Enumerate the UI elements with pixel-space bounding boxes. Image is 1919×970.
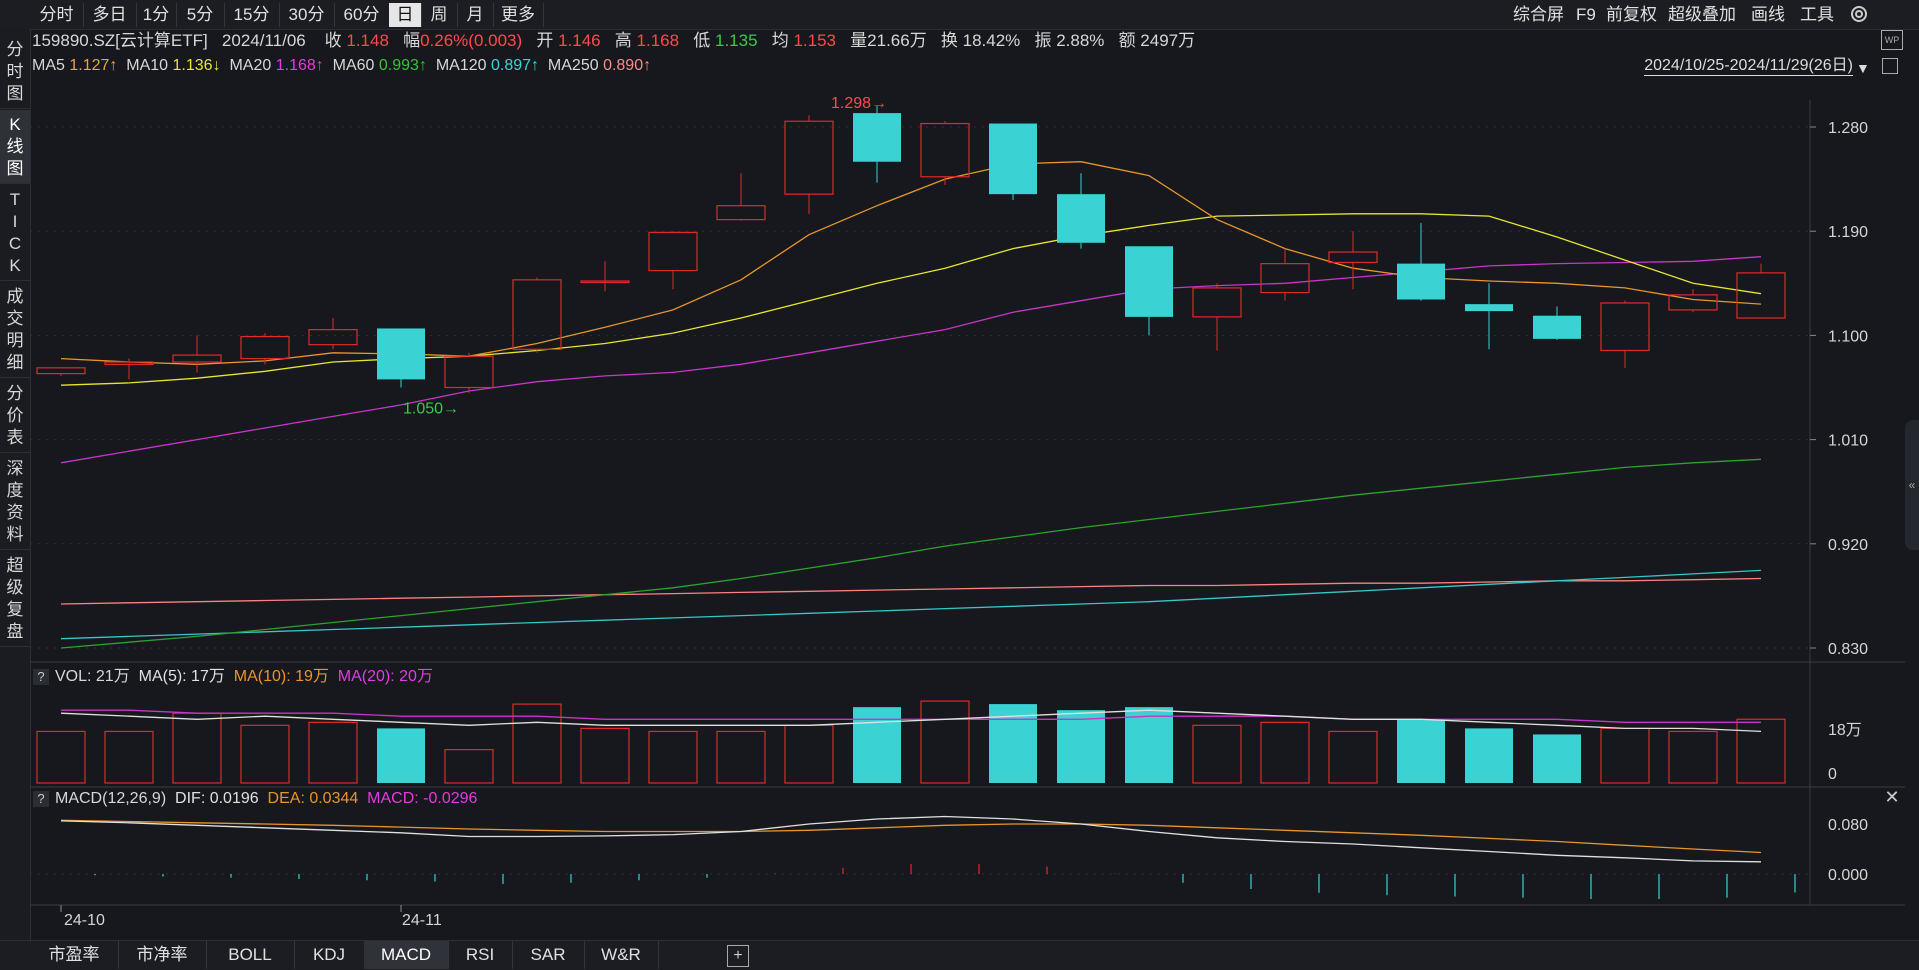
candle-body: [1328, 251, 1378, 264]
dea-label: DEA: 0.0344: [267, 790, 359, 807]
volume-title: VOL: 21万: [55, 668, 130, 685]
volume-bar: [1736, 718, 1786, 784]
candle-body: [1465, 304, 1513, 312]
volume-ma-label: MA(20): 20万: [337, 668, 442, 685]
volume-bar: [377, 728, 425, 783]
indicator-tabs: 市盈率 市净率 BOLL KDJ MACD RSI SAR W&R +: [0, 940, 1919, 970]
y-tick-label: 1.280: [1828, 120, 1868, 137]
candle-body: [308, 329, 358, 346]
volume-bar: [1260, 721, 1310, 784]
candle-body: [1192, 287, 1242, 318]
volume-ma-label: MA(5): 17万: [138, 668, 234, 685]
volume-bar: [1533, 734, 1581, 783]
indicator-tab-0[interactable]: 市盈率: [30, 941, 119, 969]
add-indicator-button[interactable]: +: [727, 945, 749, 967]
help-icon[interactable]: ?: [33, 669, 49, 685]
indicator-tab-3[interactable]: KDJ: [294, 941, 365, 969]
volume-bar: [1192, 724, 1242, 784]
x-tick-label: 24-11: [402, 912, 442, 929]
y-tick-label: 1.190: [1828, 224, 1868, 241]
ma60-line: [60, 458, 1762, 649]
volume-bar: [716, 730, 766, 784]
candle-body: [989, 123, 1037, 195]
candle-body: [853, 113, 901, 162]
indicator-tab-5[interactable]: RSI: [448, 941, 513, 969]
candle-body: [716, 205, 766, 221]
volume-bar: [308, 721, 358, 784]
volume-bar: [648, 730, 698, 784]
volume-bar: [1668, 730, 1718, 784]
close-icon[interactable]: ✕: [1883, 788, 1901, 806]
ma120-line: [60, 569, 1762, 640]
ma250-line: [60, 577, 1762, 605]
volume-bar: [1600, 727, 1650, 784]
volume-bar: [1397, 719, 1445, 783]
indicator-tab-1[interactable]: 市净率: [118, 941, 207, 969]
candle-body: [172, 354, 222, 363]
macd-tick-label: 0.000: [1828, 867, 1868, 884]
volume-bar: [920, 700, 970, 784]
volume-ma-labels: MA(5): 17万 MA(10): 19万 MA(20): 20万: [139, 668, 442, 685]
low-annotation: 1.050→: [403, 400, 459, 417]
macd-label: MACD: -0.0296: [367, 790, 478, 807]
indicator-tab-2[interactable]: BOLL: [206, 941, 295, 969]
ma10-line: [60, 213, 1762, 386]
candle-body: [784, 120, 834, 195]
volume-pane-title: ? VOL: 21万 MA(5): 17万 MA(10): 19万 MA(20):…: [33, 666, 442, 688]
candle-body: [920, 122, 970, 178]
volume-bar: [444, 749, 494, 784]
volume-bar: [580, 727, 630, 784]
volume-bar: [1057, 710, 1105, 783]
candle-body: [240, 335, 290, 360]
candle-body: [1397, 263, 1445, 300]
macd-pane-title: ? MACD(12,26,9) DIF: 0.0196 DEA: 0.0344 M…: [33, 788, 477, 810]
candle-body: [1057, 194, 1105, 243]
candle-body: [1533, 315, 1581, 339]
candle-body: [648, 231, 698, 272]
candle-body: [1260, 263, 1310, 294]
indicator-tab-7[interactable]: W&R: [584, 941, 659, 969]
candle-body: [1600, 302, 1650, 352]
ma5-line: [60, 161, 1762, 365]
volume-bar: [36, 730, 86, 784]
dif-label: DIF: 0.0196: [175, 790, 259, 807]
candle-body: [377, 328, 425, 380]
candle-body: [444, 355, 494, 389]
y-tick-label: 0.830: [1828, 641, 1868, 658]
macd-tick-label: 0.080: [1828, 817, 1868, 834]
candle-body: [36, 367, 86, 375]
candle-body: [1736, 272, 1786, 319]
y-tick-label: 1.100: [1828, 328, 1868, 345]
volume-bar: [853, 707, 901, 783]
x-tick-label: 24-10: [64, 912, 105, 929]
macd-dea-line: [60, 819, 1762, 854]
macd-title: MACD(12,26,9): [55, 790, 167, 807]
volume-bar: [1328, 730, 1378, 784]
volume-bar: [1465, 728, 1513, 783]
volume-bar: [240, 724, 290, 784]
ma20-line: [60, 256, 1762, 464]
volume-tick-label: 18万: [1828, 722, 1862, 739]
volume-bar: [784, 724, 834, 784]
y-tick-label: 0.920: [1828, 537, 1868, 554]
volume-bar: [104, 730, 154, 784]
candle-body: [1125, 246, 1173, 317]
y-tick-label: 1.010: [1828, 433, 1868, 450]
volume-bar: [172, 712, 222, 784]
indicator-tab-6[interactable]: SAR: [512, 941, 585, 969]
high-annotation: 1.298→: [831, 95, 887, 112]
volume-ma-label: MA(10): 19万: [233, 668, 338, 685]
indicator-tab-4[interactable]: MACD: [364, 941, 449, 969]
volume-tick-label: 0: [1828, 766, 1837, 783]
help-icon[interactable]: ?: [33, 791, 49, 807]
volume-bar: [1125, 707, 1173, 783]
